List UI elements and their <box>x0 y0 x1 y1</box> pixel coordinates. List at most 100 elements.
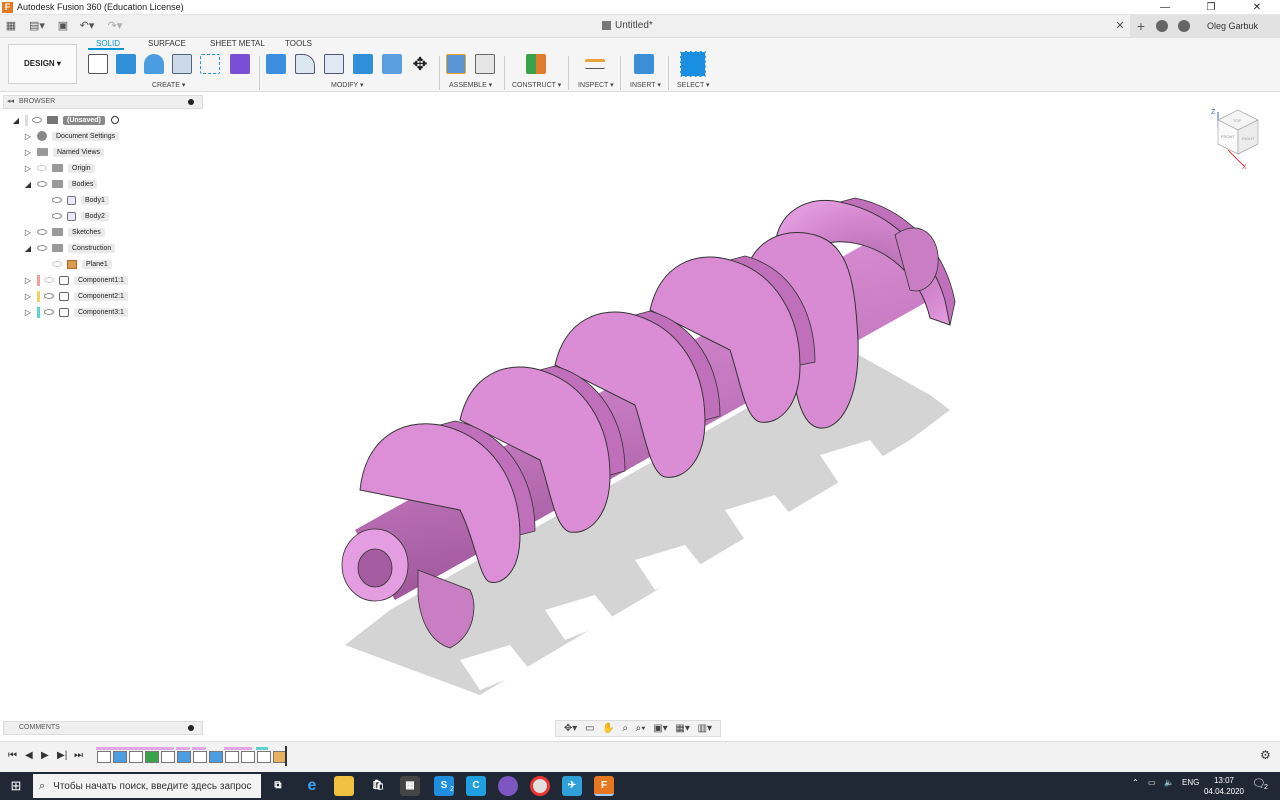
calculator-icon[interactable]: ▦ <box>400 776 420 796</box>
volume-icon[interactable]: 🔈 <box>1164 778 1174 787</box>
visibility-eye-icon[interactable] <box>37 165 47 171</box>
inspect-menu[interactable]: INSPECT ▾ <box>578 81 614 89</box>
hole-icon[interactable] <box>172 54 192 74</box>
store-icon[interactable]: 🛍 <box>368 776 388 796</box>
user-name[interactable]: Oleg Garbuk <box>1207 21 1258 31</box>
select-icon[interactable] <box>680 51 706 77</box>
job-status-icon[interactable] <box>1156 20 1168 32</box>
network-icon[interactable]: ▭ <box>1148 778 1156 787</box>
file-menu-icon[interactable]: ▤▾ <box>28 19 46 34</box>
activate-radio-icon[interactable] <box>110 116 119 124</box>
measure-icon[interactable] <box>585 59 605 69</box>
collapse-triangle-icon[interactable]: ◢ <box>24 244 32 253</box>
new-component-icon[interactable] <box>446 54 466 74</box>
insert-image-icon[interactable] <box>634 54 654 74</box>
offset-plane-icon[interactable] <box>526 54 546 74</box>
go-to-start-icon[interactable]: ⏮ <box>8 750 17 761</box>
expand-triangle-icon[interactable]: ▷ <box>24 228 32 237</box>
timeline-feature[interactable] <box>129 751 143 763</box>
tab-tools[interactable]: TOOLS <box>285 39 312 48</box>
tree-item-origin[interactable]: ▷ Origin <box>24 161 95 175</box>
viewports-icon[interactable]: ▥▾ <box>698 723 712 734</box>
assemble-menu[interactable]: ASSEMBLE ▾ <box>449 81 492 89</box>
tree-item-body2[interactable]: Body2 <box>52 209 109 223</box>
timeline-settings-gear-icon[interactable]: ⚙ <box>1260 748 1271 762</box>
pin-icon[interactable] <box>188 99 194 105</box>
joint-icon[interactable] <box>475 54 495 74</box>
viewcube[interactable]: Z X TOP FRONT RIGHT <box>1208 106 1268 170</box>
create-sketch-icon[interactable] <box>88 54 108 74</box>
visibility-eye-icon[interactable] <box>37 181 47 187</box>
tree-item-component1[interactable]: ▷ Component1:1 <box>24 273 128 287</box>
visibility-eye-icon[interactable] <box>44 293 54 299</box>
timeline-feature[interactable] <box>241 751 255 763</box>
expand-triangle-icon[interactable]: ▷ <box>24 148 32 157</box>
visibility-eye-icon[interactable] <box>44 309 54 315</box>
step-forward-icon[interactable]: ▶| <box>57 750 67 761</box>
tab-sheet-metal[interactable]: SHEET METAL <box>210 39 265 48</box>
timeline-sketch-feature[interactable] <box>97 751 111 763</box>
form-icon[interactable] <box>230 54 250 74</box>
combine-icon[interactable] <box>353 54 373 74</box>
chrome-icon[interactable] <box>530 776 550 796</box>
timeline-feature[interactable] <box>225 751 239 763</box>
expand-triangle-icon[interactable]: ▷ <box>24 132 32 141</box>
zoom-icon[interactable]: ⌕ <box>622 723 628 734</box>
chamfer-icon[interactable] <box>324 54 344 74</box>
expand-triangle-icon[interactable]: ▷ <box>24 164 32 173</box>
tray-overflow-icon[interactable]: ⌃ <box>1132 778 1139 787</box>
tree-item-sketches[interactable]: ▷ Sketches <box>24 225 105 239</box>
fusion-taskbar-icon[interactable]: F <box>594 776 614 796</box>
go-to-end-icon[interactable]: ⏭ <box>74 750 83 761</box>
workspace-switcher[interactable]: DESIGN ▾ <box>8 44 77 84</box>
file-explorer-icon[interactable] <box>334 776 354 796</box>
expand-triangle-icon[interactable]: ▷ <box>24 308 32 317</box>
tree-item-plane1[interactable]: Plane1 <box>52 257 112 271</box>
screw-conveyor-model[interactable] <box>330 190 970 700</box>
new-tab-icon[interactable]: + <box>1134 19 1148 34</box>
select-menu[interactable]: SELECT ▾ <box>677 81 710 89</box>
browser-panel-header[interactable]: ◂◂ BROWSER <box>3 95 203 109</box>
maximize-button[interactable]: ❐ <box>1188 0 1234 15</box>
visibility-eye-icon[interactable] <box>37 245 47 251</box>
help-icon[interactable] <box>1178 20 1190 32</box>
document-tab[interactable]: Untitled* <box>602 20 653 31</box>
ccleaner-icon[interactable]: C <box>466 776 486 796</box>
close-tab-icon[interactable]: ✕ <box>1114 19 1126 34</box>
viber-icon[interactable] <box>498 776 518 796</box>
shell-icon[interactable] <box>382 54 402 74</box>
windows-start-icon[interactable]: ⊞ <box>0 772 32 800</box>
tree-item-component3[interactable]: ▷ Component3:1 <box>24 305 128 319</box>
visibility-eye-icon[interactable] <box>52 261 62 267</box>
insert-menu[interactable]: INSERT ▾ <box>630 81 661 89</box>
visibility-eye-icon[interactable] <box>32 117 42 123</box>
minimize-button[interactable]: — <box>1142 0 1188 15</box>
telegram-icon[interactable]: ✈ <box>562 776 582 796</box>
taskbar-clock[interactable]: 13:07 04.04.2020 <box>1204 775 1244 797</box>
close-button[interactable]: ✕ <box>1234 0 1280 15</box>
timeline-feature[interactable] <box>161 751 175 763</box>
fillet-icon[interactable] <box>295 54 315 74</box>
pan-icon[interactable]: ✋ <box>602 723 614 734</box>
edge-browser-icon[interactable]: e <box>302 776 322 796</box>
collapse-triangle-icon[interactable]: ◢ <box>12 116 20 125</box>
timeline-feature[interactable] <box>257 751 271 763</box>
tab-solid[interactable]: SOLID <box>96 39 120 48</box>
taskbar-search-box[interactable]: ⌕ Чтобы начать поиск, введите здесь запр… <box>33 774 261 798</box>
task-view-icon[interactable]: ⧉ <box>268 776 288 796</box>
tree-item-body1[interactable]: Body1 <box>52 193 109 207</box>
tree-item-construction[interactable]: ◢ Construction <box>24 241 116 255</box>
create-menu[interactable]: CREATE ▾ <box>152 81 185 89</box>
press-pull-icon[interactable] <box>266 54 286 74</box>
redo-icon[interactable]: ↷▾ <box>104 19 126 34</box>
collapse-icon[interactable]: ◂◂ <box>7 96 14 108</box>
visibility-eye-icon[interactable] <box>52 213 62 219</box>
expand-triangle-icon[interactable]: ▷ <box>24 292 32 301</box>
revolve-icon[interactable] <box>144 54 164 74</box>
timeline-extrude-feature[interactable] <box>113 751 127 763</box>
apps-grid-icon[interactable]: ▦ <box>4 19 18 34</box>
expand-triangle-icon[interactable]: ▷ <box>24 276 32 285</box>
timeline-marker[interactable] <box>285 746 287 766</box>
timeline-coil-feature[interactable] <box>209 751 223 763</box>
fit-icon[interactable]: ⌕▾ <box>636 723 646 734</box>
